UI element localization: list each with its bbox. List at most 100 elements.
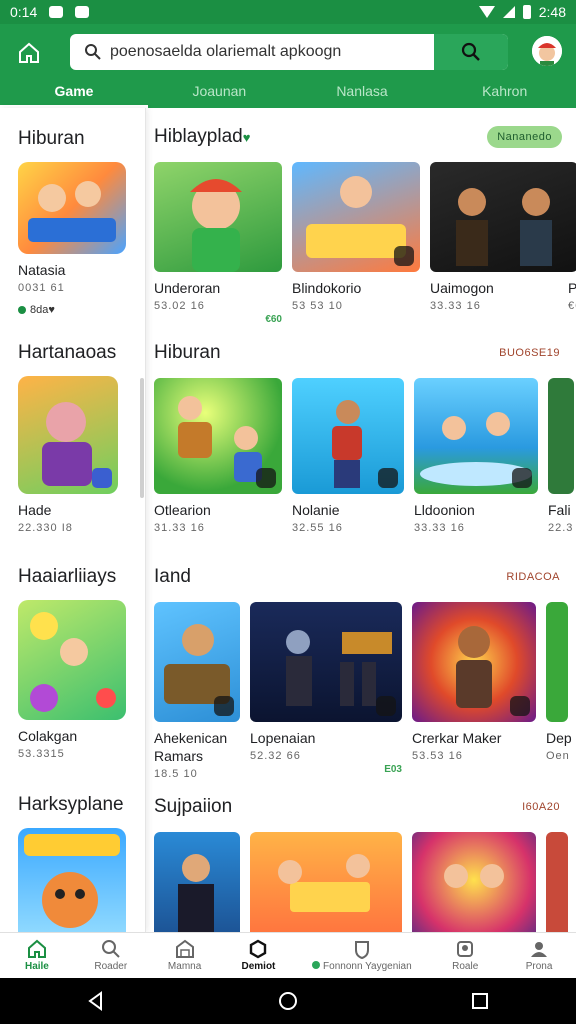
game-art <box>154 378 282 494</box>
nav-home[interactable]: Haile <box>0 933 74 978</box>
see-more-button[interactable]: RIDACOA <box>506 571 560 583</box>
nav-label: Demiot <box>241 961 276 972</box>
home-icon <box>19 42 39 63</box>
search-button[interactable] <box>434 34 508 70</box>
game-tag: E03 <box>384 764 402 775</box>
game-title: Fali <box>548 502 571 518</box>
search-icon <box>101 940 120 958</box>
nav-label: Prona <box>525 961 553 972</box>
game-card[interactable]: Uaimogon 33.33 16 <box>430 162 576 325</box>
nav-search[interactable]: Roader <box>74 933 148 978</box>
nav-roale[interactable]: Roale <box>428 933 502 978</box>
game-title: Nolanie <box>292 502 340 518</box>
nav-label: Mamna <box>167 961 202 972</box>
home-button[interactable] <box>12 36 46 70</box>
game-card[interactable] <box>154 832 240 932</box>
game-art <box>154 602 240 722</box>
game-card[interactable]: Dep Oen <box>546 602 572 780</box>
tab-nanlasa[interactable]: Nanlasa <box>291 78 434 108</box>
battery-icon <box>522 5 531 19</box>
sidebar-game-name[interactable]: Colakgan <box>18 728 128 744</box>
game-meta: Oen <box>546 750 570 762</box>
game-section: Sujpaiion I60A20 <box>154 792 576 932</box>
sidebar-scrollbar[interactable] <box>140 378 144 498</box>
sidebar-section-title: Hiburan <box>18 128 85 149</box>
game-card[interactable]: Fali 22.3 <box>548 378 574 534</box>
nav-profile[interactable]: Prona <box>502 933 576 978</box>
game-section: Hiburan BUO6SE19 Otlearion 31.33 16 Nola… <box>154 338 576 534</box>
nav-fonnonn[interactable]: Fonnonn Yaygenian <box>295 933 428 978</box>
nav-demiot[interactable]: Demiot <box>222 933 296 978</box>
section-title: Sujpaiion <box>154 796 233 817</box>
recents-icon[interactable] <box>469 990 491 1012</box>
sidebar-game-thumbnail[interactable] <box>18 600 126 720</box>
game-art <box>568 162 576 272</box>
heart-icon: ♥ <box>242 130 251 145</box>
sidebar-game-meta: 22.330 I8 <box>18 522 73 534</box>
search-bar[interactable]: poenosaelda olariemalt apkoogn <box>70 34 508 70</box>
home-circle-icon[interactable] <box>277 990 299 1012</box>
search-icon <box>461 42 480 61</box>
sidebar-game-name[interactable]: Natasia <box>18 262 128 278</box>
badge-icon <box>510 696 530 716</box>
game-art <box>250 832 402 932</box>
game-card[interactable]: Ahekenican Ramars 18.5 10 <box>154 602 240 780</box>
badge-icon <box>378 468 398 488</box>
see-more-button[interactable]: I60A20 <box>522 801 560 813</box>
sidebar-game-thumbnail[interactable] <box>18 376 118 494</box>
game-art <box>42 402 112 488</box>
sidebar-game-thumbnail[interactable] <box>18 162 126 254</box>
game-card[interactable] <box>250 832 402 932</box>
tab-game[interactable]: Game <box>0 78 148 108</box>
game-card[interactable] <box>546 832 568 932</box>
badge-icon <box>256 468 276 488</box>
game-title: Lldoonion <box>414 502 475 518</box>
game-card[interactable]: Nolanie 32.55 16 <box>292 378 404 534</box>
nav-label: Haile <box>24 961 49 972</box>
sidebar-game-thumbnail[interactable] <box>18 828 126 932</box>
game-card[interactable]: Lopenaian 52.32 66 E03 <box>250 602 402 780</box>
back-icon[interactable] <box>85 990 107 1012</box>
game-art <box>292 162 420 272</box>
game-card[interactable]: Underoran 53.02 16 €60 <box>154 162 282 325</box>
game-art <box>28 181 116 242</box>
bottom-nav: Haile Roader Mamna Demiot Fonnonn Yaygen… <box>0 932 576 978</box>
game-card[interactable]: Lldoonion 33.33 16 <box>414 378 538 534</box>
game-title: Otlearion <box>154 502 211 518</box>
sidebar-section-title: Haaiarliiays <box>18 566 117 587</box>
sidebar-section: Hiburan Natasia 0031 61 8da♥ <box>18 128 128 316</box>
game-card[interactable]: Crerkar Maker 53.53 16 <box>412 602 536 780</box>
sidebar-game-name[interactable]: Hade <box>18 502 128 518</box>
see-more-button[interactable]: BUO6SE19 <box>499 347 560 359</box>
game-card[interactable]: Blindokorio 53 53 10 <box>292 162 420 325</box>
hexagon-icon <box>250 939 267 959</box>
avatar[interactable] <box>532 36 562 66</box>
system-nav-bar <box>0 978 576 1024</box>
status-dot-icon <box>18 306 26 314</box>
game-art <box>414 378 538 494</box>
badge-icon <box>512 468 532 488</box>
search-input[interactable]: poenosaelda olariemalt apkoogn <box>110 43 341 61</box>
home-icon <box>27 939 46 958</box>
section-title: Hiburan <box>154 342 221 363</box>
game-card[interactable] <box>412 832 536 932</box>
sidebar-game-meta: 0031 61 <box>18 282 65 294</box>
game-meta: 53.53 16 <box>412 750 463 762</box>
nav-label: Roader <box>94 961 128 972</box>
nav-store[interactable]: Mamna <box>148 933 222 978</box>
game-title: Dep <box>546 730 572 746</box>
game-art <box>412 832 536 932</box>
status-bar: 0:14 2:48 <box>0 0 576 24</box>
apps-icon <box>457 941 474 957</box>
game-title-line2: Ramars <box>154 748 204 764</box>
see-more-button[interactable]: Nananedo <box>487 126 562 148</box>
game-card[interactable]: Otlearion 31.33 16 <box>154 378 282 534</box>
tab-joaunan[interactable]: Joaunan <box>148 78 291 108</box>
profile-icon <box>531 942 548 957</box>
signal-icon <box>502 6 515 18</box>
game-art <box>154 162 282 272</box>
sidebar-badge-text: 8da♥ <box>30 304 55 316</box>
game-card[interactable]: Pn €6 <box>568 162 576 325</box>
tab-kahron[interactable]: Kahron <box>433 78 576 108</box>
store-icon <box>175 939 194 958</box>
